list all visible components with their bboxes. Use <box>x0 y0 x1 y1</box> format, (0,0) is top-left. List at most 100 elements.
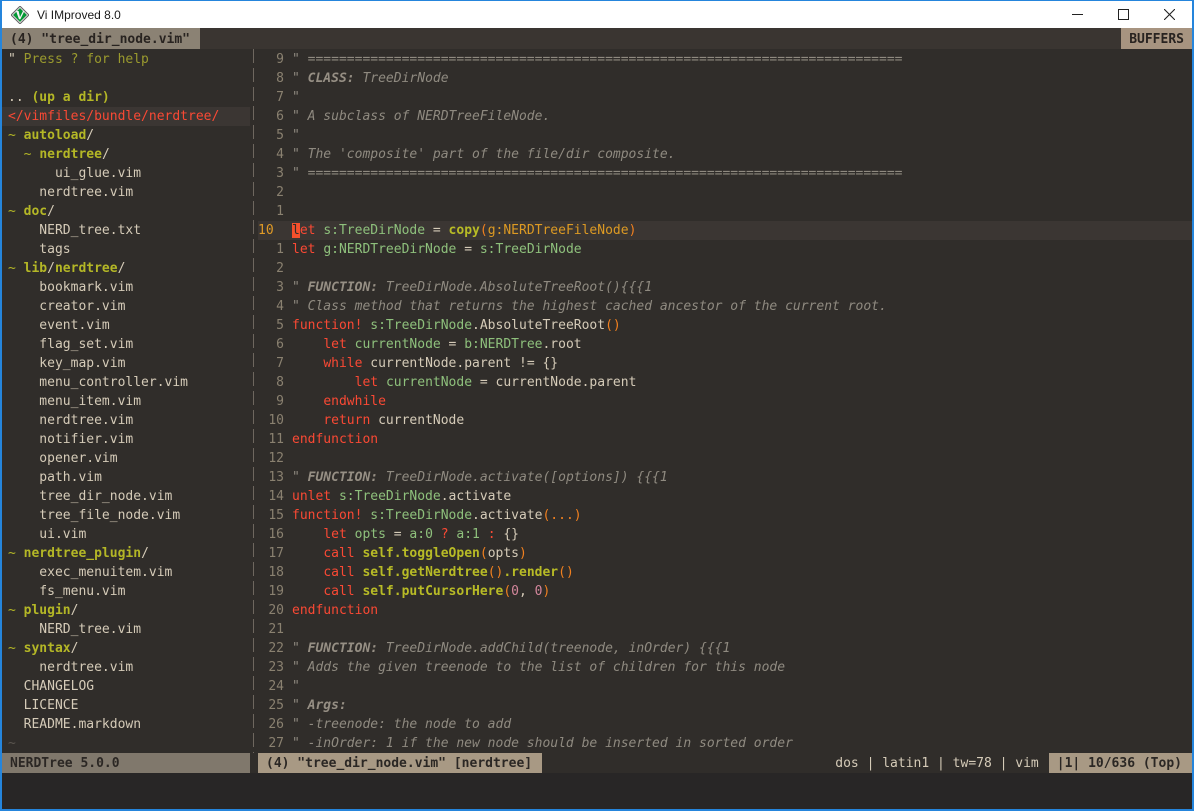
tree-item[interactable]: tree_file_node.vim <box>2 506 250 525</box>
tree-item[interactable]: menu_item.vim <box>2 392 250 411</box>
tree-item[interactable]: NERD_tree.txt <box>2 221 250 240</box>
tree-item[interactable]: menu_controller.vim <box>2 373 250 392</box>
tree-item[interactable]: CHANGELOG <box>2 677 250 696</box>
tree-item[interactable]: </vimfiles/bundle/nerdtree/ <box>2 107 250 126</box>
tree-item[interactable]: path.vim <box>2 468 250 487</box>
tree-item[interactable]: tree_dir_node.vim <box>2 487 250 506</box>
code-line[interactable]: 24" <box>258 677 1192 696</box>
line-number: 11 <box>258 430 284 449</box>
code-line[interactable]: 23" Adds the given treenode to the list … <box>258 658 1192 677</box>
tree-item[interactable]: opener.vim <box>2 449 250 468</box>
statusline: NERDTree 5.0.0 (4) "tree_dir_node.vim" [… <box>2 753 1192 773</box>
tree-item[interactable]: ~ <box>2 734 250 753</box>
tree-item[interactable]: ~ autoload/ <box>2 126 250 145</box>
code-line[interactable]: 8" CLASS: TreeDirNode <box>258 69 1192 88</box>
tree-item[interactable]: ~ syntax/ <box>2 639 250 658</box>
minimize-button[interactable] <box>1054 1 1100 28</box>
line-number: 15 <box>258 506 284 525</box>
code-line[interactable]: 4" The 'composite' part of the file/dir … <box>258 145 1192 164</box>
line-number: 7 <box>258 354 284 373</box>
code-line[interactable]: 9 endwhile <box>258 392 1192 411</box>
tree-item[interactable]: creator.vim <box>2 297 250 316</box>
code-line[interactable]: 5function! s:TreeDirNode.AbsoluteTreeRoo… <box>258 316 1192 335</box>
code-line[interactable]: 4" Class method that returns the highest… <box>258 297 1192 316</box>
code-line[interactable]: 3" =====================================… <box>258 164 1192 183</box>
line-number: 9 <box>258 50 284 69</box>
code-line[interactable]: 16 let opts = a:0 ? a:1 : {} <box>258 525 1192 544</box>
code-line[interactable]: 8 let currentNode = currentNode.parent <box>258 373 1192 392</box>
line-number: 4 <box>258 297 284 316</box>
statusline-fill <box>542 753 827 773</box>
line-number: 10 <box>258 411 284 430</box>
code-line[interactable]: 11endfunction <box>258 430 1192 449</box>
tree-item[interactable]: LICENCE <box>2 696 250 715</box>
line-number: 9 <box>258 392 284 411</box>
line-number: 26 <box>258 715 284 734</box>
tree-item[interactable]: NERD_tree.vim <box>2 620 250 639</box>
window-split-separator[interactable] <box>250 49 258 753</box>
tree-item[interactable]: nerdtree.vim <box>2 183 250 202</box>
tree-item[interactable] <box>2 69 250 88</box>
code-line[interactable]: 20endfunction <box>258 601 1192 620</box>
tree-item[interactable]: notifier.vim <box>2 430 250 449</box>
code-line[interactable]: 9" =====================================… <box>258 50 1192 69</box>
tree-item[interactable]: exec_menuitem.vim <box>2 563 250 582</box>
code-line[interactable]: 10let s:TreeDirNode = copy(g:NERDTreeFil… <box>258 221 1192 240</box>
nerdtree-panel: " Press ? for help .. (up a dir)</vimfile… <box>2 49 250 753</box>
code-line[interactable]: 2 <box>258 259 1192 278</box>
line-number: 1 <box>258 240 284 259</box>
code-line[interactable]: 1let g:NERDTreeDirNode = s:TreeDirNode <box>258 240 1192 259</box>
line-number: 3 <box>258 278 284 297</box>
tree-item[interactable]: README.markdown <box>2 715 250 734</box>
code-line[interactable]: 26" -treenode: the node to add <box>258 715 1192 734</box>
tree-item[interactable]: ~ plugin/ <box>2 601 250 620</box>
code-line[interactable]: 7" <box>258 88 1192 107</box>
line-number: 3 <box>258 164 284 183</box>
code-line[interactable]: 13" FUNCTION: TreeDirNode.activate([opti… <box>258 468 1192 487</box>
tree-item[interactable]: nerdtree.vim <box>2 658 250 677</box>
statusline-file-info: (4) "tree_dir_node.vim" [nerdtree] <box>258 753 542 773</box>
tree-item[interactable]: .. (up a dir) <box>2 88 250 107</box>
code-line[interactable]: 21 <box>258 620 1192 639</box>
tree-item[interactable]: bookmark.vim <box>2 278 250 297</box>
code-line[interactable]: 17 call self.toggleOpen(opts) <box>258 544 1192 563</box>
line-number: 4 <box>258 145 284 164</box>
buffers-tab[interactable]: BUFFERS <box>1121 28 1192 49</box>
tree-item[interactable]: ui_glue.vim <box>2 164 250 183</box>
tree-item[interactable]: ~ lib/nerdtree/ <box>2 259 250 278</box>
code-line[interactable]: 12 <box>258 449 1192 468</box>
code-line[interactable]: 22" FUNCTION: TreeDirNode.addChild(treen… <box>258 639 1192 658</box>
code-line[interactable]: 3" FUNCTION: TreeDirNode.AbsoluteTreeRoo… <box>258 278 1192 297</box>
code-line[interactable]: 2 <box>258 183 1192 202</box>
code-line[interactable]: 15function! s:TreeDirNode.activate(...) <box>258 506 1192 525</box>
command-line[interactable] <box>2 773 1192 809</box>
tree-item[interactable]: tags <box>2 240 250 259</box>
code-line[interactable]: 6 let currentNode = b:NERDTree.root <box>258 335 1192 354</box>
maximize-button[interactable] <box>1100 1 1146 28</box>
close-button[interactable] <box>1146 1 1192 28</box>
code-line[interactable]: 6" A subclass of NERDTreeFileNode. <box>258 107 1192 126</box>
tree-item[interactable]: ui.vim <box>2 525 250 544</box>
tree-item[interactable]: fs_menu.vim <box>2 582 250 601</box>
tree-item[interactable]: " Press ? for help <box>2 50 250 69</box>
code-line[interactable]: 1 <box>258 202 1192 221</box>
code-line[interactable]: 5" <box>258 126 1192 145</box>
tab-tree-dir-node[interactable]: (4) "tree_dir_node.vim" <box>2 28 200 49</box>
tree-item[interactable]: event.vim <box>2 316 250 335</box>
tree-item[interactable]: ~ nerdtree/ <box>2 145 250 164</box>
tree-item[interactable]: ~ doc/ <box>2 202 250 221</box>
code-line[interactable]: 25" Args: <box>258 696 1192 715</box>
code-line[interactable]: 18 call self.getNerdtree().render() <box>258 563 1192 582</box>
code-line[interactable]: 10 return currentNode <box>258 411 1192 430</box>
tree-item[interactable]: nerdtree.vim <box>2 411 250 430</box>
tree-item[interactable]: ~ nerdtree_plugin/ <box>2 544 250 563</box>
code-line[interactable]: 7 while currentNode.parent != {} <box>258 354 1192 373</box>
line-number: 12 <box>258 449 284 468</box>
code-line[interactable]: 19 call self.putCursorHere(0, 0) <box>258 582 1192 601</box>
tabline: (4) "tree_dir_node.vim" BUFFERS <box>2 28 1192 49</box>
code-line[interactable]: 14unlet s:TreeDirNode.activate <box>258 487 1192 506</box>
nerdtree-statusline: NERDTree 5.0.0 <box>2 753 250 773</box>
tree-item[interactable]: key_map.vim <box>2 354 250 373</box>
code-line[interactable]: 27" -inOrder: 1 if the new node should b… <box>258 734 1192 753</box>
tree-item[interactable]: flag_set.vim <box>2 335 250 354</box>
